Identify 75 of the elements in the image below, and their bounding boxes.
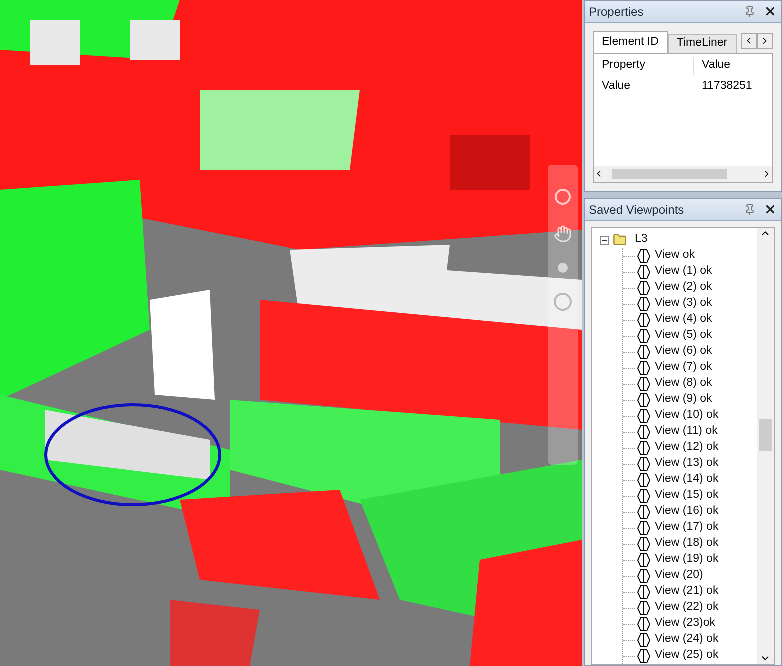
- tab[interactable]: TimeLiner: [668, 34, 737, 53]
- pin-icon[interactable]: [744, 6, 756, 18]
- viewpoint-icon: [637, 552, 651, 568]
- pin-icon[interactable]: [744, 204, 756, 216]
- panel-title: Properties: [589, 4, 645, 20]
- viewpoint-icon: [637, 616, 651, 632]
- tree-item[interactable]: View (19) ok: [655, 551, 719, 569]
- viewpoint-icon: [637, 600, 651, 616]
- viewpoint-icon: [637, 488, 651, 504]
- viewpoint-icon: [637, 408, 651, 424]
- viewpoint-icon: [637, 536, 651, 552]
- vertical-scrollbar[interactable]: [757, 228, 774, 664]
- tree-item[interactable]: View (11) ok: [655, 423, 718, 441]
- panel-title: Saved Viewpoints: [589, 202, 686, 218]
- close-icon[interactable]: [764, 203, 777, 216]
- scroll-left-button[interactable]: [741, 33, 757, 49]
- viewpoint-icon: [637, 312, 651, 328]
- tab[interactable]: Element ID: [593, 31, 668, 53]
- tree-item[interactable]: View (13) ok: [655, 455, 719, 473]
- tree-item[interactable]: View ok: [655, 247, 696, 265]
- tree-item[interactable]: View (10) ok: [655, 407, 719, 425]
- tree-item[interactable]: View (20): [655, 567, 704, 585]
- tree-item[interactable]: View (5) ok: [655, 327, 712, 345]
- viewpoint-icon: [637, 568, 651, 584]
- tree-item[interactable]: View (2) ok: [655, 279, 712, 297]
- viewpoint-icon: [637, 504, 651, 520]
- viewpoint-icon: [637, 584, 651, 600]
- tree-item[interactable]: View (7) ok: [655, 359, 712, 377]
- viewpoint-icon: [637, 424, 651, 440]
- viewpoint-icon: [637, 520, 651, 536]
- tree-item[interactable]: View (16) ok: [655, 503, 719, 521]
- scroll-right-button[interactable]: [757, 33, 773, 49]
- collapse-toggle[interactable]: [600, 236, 609, 244]
- viewpoint-icon: [637, 456, 651, 472]
- tree-item[interactable]: View (15) ok: [655, 487, 719, 505]
- pan-hand-icon[interactable]: [554, 225, 572, 243]
- tree-item[interactable]: View (8) ok: [655, 375, 712, 393]
- tree-item[interactable]: View (9) ok: [655, 391, 712, 409]
- viewpoint-icon: [637, 392, 651, 408]
- viewpoint-icon: [637, 280, 651, 296]
- tree-item[interactable]: View (3) ok: [655, 295, 712, 313]
- viewpoint-icon: [637, 632, 651, 648]
- column-header: Property: [594, 57, 694, 75]
- tree-item[interactable]: View (1) ok: [655, 263, 712, 281]
- tree-item[interactable]: View (12) ok: [655, 439, 719, 457]
- table-cell-text: Value: [601, 79, 632, 94]
- horizontal-scrollbar[interactable]: [594, 166, 772, 182]
- viewpoint-icon: [637, 360, 651, 376]
- tree-item[interactable]: View (23)ok: [655, 615, 716, 633]
- tree-item[interactable]: View (21) ok: [655, 583, 719, 601]
- tree-item[interactable]: View (4) ok: [655, 311, 712, 329]
- tree-item[interactable]: View (24) ok: [655, 631, 719, 649]
- scrollbar-thumb[interactable]: [612, 169, 727, 179]
- tree-item[interactable]: L3: [635, 231, 648, 249]
- viewpoint-icon: [637, 328, 651, 344]
- tree-item[interactable]: View (25) ok: [655, 647, 719, 664]
- column-header: Value: [701, 58, 732, 74]
- folder-icon: [613, 233, 627, 247]
- table-cell-text: 11738251: [701, 79, 754, 94]
- viewpoint-icon: [637, 296, 651, 312]
- viewpoint-icon: [637, 376, 651, 392]
- viewpoint-icon: [637, 472, 651, 488]
- viewpoint-icon: [637, 344, 651, 360]
- wheel-icon[interactable]: [555, 189, 571, 205]
- zoom-icon[interactable]: [558, 263, 568, 273]
- viewpoint-icon: [637, 440, 651, 456]
- viewpoint-icon: [637, 248, 651, 264]
- tree-item[interactable]: View (22) ok: [655, 599, 719, 617]
- tree-item[interactable]: View (17) ok: [655, 519, 719, 537]
- scrollbar-thumb[interactable]: [759, 419, 772, 451]
- close-icon[interactable]: [764, 5, 777, 18]
- tree-item[interactable]: View (6) ok: [655, 343, 712, 361]
- tree-item[interactable]: View (18) ok: [655, 535, 719, 553]
- tree-item[interactable]: View (14) ok: [655, 471, 719, 489]
- viewpoint-icon: [637, 264, 651, 280]
